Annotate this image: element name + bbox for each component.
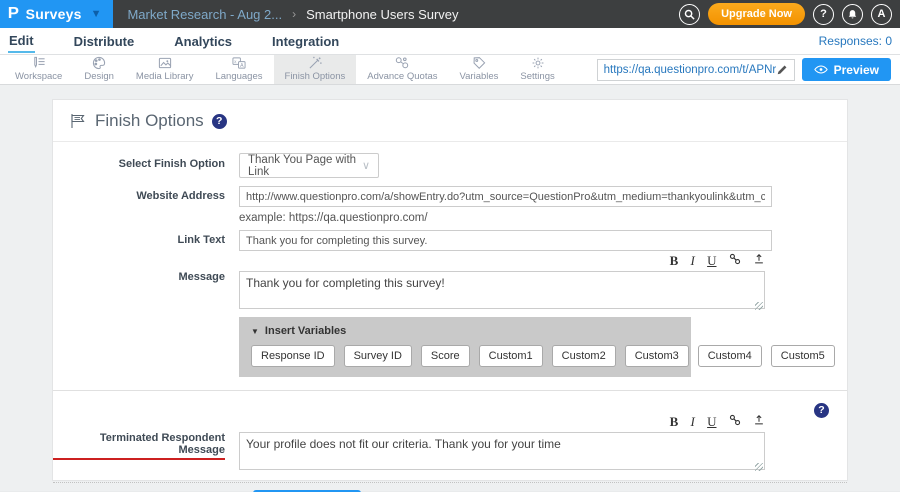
quota-links-icon: [394, 56, 410, 70]
survey-url-field[interactable]: https://qa.questionpro.com/t/APNrFZgQ: [597, 59, 795, 81]
bell-icon: [847, 9, 858, 20]
top-actions: Upgrade Now ? A: [679, 0, 900, 28]
tab-analytics[interactable]: Analytics: [173, 30, 233, 52]
var-score-button[interactable]: Score: [421, 345, 470, 367]
website-address-example: example: https://qa.questionpro.com/: [239, 212, 847, 224]
tab-distribute[interactable]: Distribute: [73, 30, 136, 52]
upload-image-button[interactable]: [753, 253, 765, 269]
card-header: Finish Options ?: [53, 100, 847, 142]
finish-option-label: Select Finish Option: [53, 153, 239, 178]
underline-button[interactable]: U: [707, 253, 716, 269]
var-custom1-button[interactable]: Custom1: [479, 345, 543, 367]
toolbar-right: https://qa.questionpro.com/t/APNrFZgQ Pr…: [597, 55, 896, 84]
terminated-editor-toolbar: B I U: [239, 414, 765, 430]
svg-text:x: x: [234, 59, 237, 64]
breadcrumb-separator-icon: ›: [292, 7, 296, 21]
var-custom4-button[interactable]: Custom4: [698, 345, 762, 367]
chevron-down-icon: ▼: [91, 8, 102, 20]
message-editor-toolbar: B I U: [239, 253, 765, 269]
tab-integration[interactable]: Integration: [271, 30, 340, 52]
tag-icon: [471, 56, 487, 70]
eye-icon: [814, 65, 828, 74]
breadcrumb-survey-name: Smartphone Users Survey: [306, 7, 458, 22]
responses-count[interactable]: Responses: 0: [819, 34, 892, 48]
image-icon: [157, 56, 173, 70]
terminated-message-label: Terminated Respondent Message: [53, 432, 225, 460]
upload-image-button[interactable]: [753, 414, 765, 430]
workspace-icon: [31, 56, 47, 70]
questionpro-logo-icon: P: [8, 6, 19, 22]
help-button[interactable]: ?: [813, 4, 834, 25]
edit-toolbar: Workspace Design Media Library xA Langua…: [0, 55, 900, 85]
flag-icon: [69, 113, 87, 129]
var-survey-id-button[interactable]: Survey ID: [344, 345, 412, 367]
var-response-id-button[interactable]: Response ID: [251, 345, 335, 367]
magic-wand-icon: [307, 56, 323, 70]
palette-icon: [91, 56, 107, 70]
breadcrumb: Market Research - Aug 2... › Smartphone …: [113, 0, 472, 28]
link-button[interactable]: [729, 253, 741, 269]
account-avatar[interactable]: A: [871, 4, 892, 25]
tool-variables[interactable]: Variables: [449, 55, 510, 84]
website-address-label: Website Address: [53, 186, 239, 224]
tool-workspace[interactable]: Workspace: [4, 55, 73, 84]
var-custom3-button[interactable]: Custom3: [625, 345, 689, 367]
preview-button[interactable]: Preview: [802, 58, 891, 81]
upgrade-now-button[interactable]: Upgrade Now: [708, 3, 805, 25]
insert-variables-panel: ▼ Insert Variables Response ID Survey ID…: [239, 317, 691, 377]
terminated-message-textarea[interactable]: Your profile does not fit our criteria. …: [239, 432, 765, 470]
tab-edit[interactable]: Edit: [8, 29, 35, 53]
var-custom5-button[interactable]: Custom5: [771, 345, 835, 367]
brand-menu[interactable]: P Surveys ▼: [0, 0, 113, 28]
gear-icon: [530, 56, 546, 70]
link-icon: [729, 253, 741, 265]
tool-media-library[interactable]: Media Library: [125, 55, 205, 84]
link-text-input[interactable]: [239, 230, 772, 251]
bold-button[interactable]: B: [670, 253, 679, 269]
search-icon: [684, 9, 695, 20]
website-address-input[interactable]: [239, 186, 772, 207]
tool-languages[interactable]: xA Languages: [204, 55, 273, 84]
var-custom2-button[interactable]: Custom2: [552, 345, 616, 367]
link-icon: [729, 414, 741, 426]
link-text-label: Link Text: [53, 230, 239, 251]
finish-option-select[interactable]: Thank You Page with Link ∨: [239, 153, 379, 178]
edit-pencil-icon[interactable]: [776, 64, 788, 76]
triangle-down-icon: ▼: [251, 327, 259, 336]
tool-finish-options[interactable]: Finish Options: [274, 55, 357, 84]
message-label: Message: [53, 253, 239, 377]
search-button[interactable]: [679, 4, 700, 25]
section-nav: Edit Distribute Analytics Integration Re…: [0, 28, 900, 55]
survey-url-text: https://qa.questionpro.com/t/APNrFZgQ: [604, 64, 776, 76]
underline-button[interactable]: U: [707, 414, 716, 430]
translate-icon: xA: [231, 56, 247, 70]
main-area: Finish Options ? Select Finish Option Th…: [0, 85, 900, 491]
svg-text:A: A: [240, 63, 244, 69]
upload-icon: [753, 414, 765, 426]
italic-button[interactable]: I: [691, 253, 695, 269]
finish-options-form: Select Finish Option Thank You Page with…: [53, 142, 847, 492]
product-name: Surveys: [26, 6, 82, 22]
insert-variables-toggle[interactable]: ▼ Insert Variables: [251, 325, 679, 337]
finish-options-card: Finish Options ? Select Finish Option Th…: [52, 99, 848, 481]
upload-icon: [753, 253, 765, 265]
tool-design[interactable]: Design: [73, 55, 125, 84]
bold-button[interactable]: B: [670, 414, 679, 430]
chevron-down-icon: ∨: [362, 159, 370, 172]
page-title: Finish Options: [95, 111, 204, 131]
breadcrumb-folder[interactable]: Market Research - Aug 2...: [127, 7, 282, 22]
top-bar: P Surveys ▼ Market Research - Aug 2... ›…: [0, 0, 900, 28]
link-button[interactable]: [729, 414, 741, 430]
notifications-button[interactable]: [842, 4, 863, 25]
page-help-button[interactable]: ?: [212, 114, 227, 129]
finish-option-value: Thank You Page with Link: [248, 154, 362, 178]
tool-advance-quotas[interactable]: Advance Quotas: [356, 55, 448, 84]
message-textarea[interactable]: Thank you for completing this survey!: [239, 271, 765, 309]
italic-button[interactable]: I: [691, 414, 695, 430]
variable-buttons: Response ID Survey ID Score Custom1 Cust…: [251, 345, 679, 367]
tool-settings[interactable]: Settings: [509, 55, 565, 84]
